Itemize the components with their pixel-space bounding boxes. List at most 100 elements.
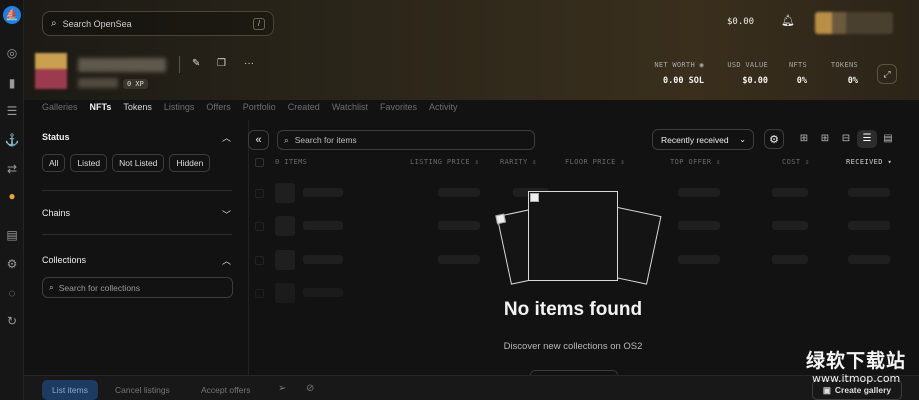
tab-listings[interactable]: Listings (164, 102, 195, 116)
notification-bell-icon[interactable]: 🔔︎ (781, 14, 795, 28)
chains-heading[interactable]: Chains (42, 208, 70, 218)
chevron-down-icon[interactable]: ﹀ (222, 208, 231, 221)
left-rail: ⛵ ◎ ▮ ☰ ⚓ ⇄ ● ▤ ⚙ ◌ ↻ (0, 0, 24, 400)
row-checkbox (255, 256, 264, 265)
account-menu[interactable] (815, 12, 893, 34)
profile-subtitle-blurred (78, 78, 118, 88)
stat-value: 0% (847, 76, 858, 86)
stat-net-worth: NET WORTH ◉ 0.00 SOL (640, 61, 704, 86)
stat-value: 0.00 SOL (663, 76, 704, 86)
opensea-logo-icon[interactable]: ⛵ (3, 6, 21, 24)
row-text-placeholder (303, 188, 343, 197)
grid-large-view-icon[interactable]: ⊞ (799, 134, 809, 144)
status-chip-not-listed[interactable]: Not Listed (112, 154, 165, 172)
profile-avatar (35, 53, 67, 89)
column-received[interactable]: RECEIVED ▾ (846, 158, 892, 166)
watermark-title: 绿软下载站 (806, 350, 907, 372)
collections-search-placeholder: Search for collections (58, 282, 141, 293)
swap-icon[interactable]: ⇄ (3, 160, 21, 178)
eye-icon[interactable]: ◉ (699, 61, 704, 69)
anchor-icon[interactable]: ⚓ (3, 131, 21, 149)
collapse-filters-button[interactable]: « (248, 130, 269, 150)
empty-state-subtitle: Discover new collections on OS2 (503, 341, 643, 352)
list-items-button[interactable]: List items (42, 380, 98, 400)
stat-label: NFTS (788, 61, 807, 69)
hide-icon[interactable]: ⊘ (306, 383, 314, 394)
items-search-input[interactable]: ⌕ Search for items (277, 130, 535, 150)
compass-icon[interactable]: ◎ (3, 44, 21, 62)
send-icon[interactable]: ➢ (278, 383, 286, 394)
tab-tokens[interactable]: Tokens (123, 102, 152, 116)
chevron-up-icon[interactable]: ︿ (222, 131, 231, 144)
tab-nfts[interactable]: NFTs (90, 102, 112, 116)
sort-dropdown[interactable]: Recently received ⌄ (652, 129, 754, 150)
status-chip-all[interactable]: All (42, 154, 66, 172)
grid-compact-view-icon[interactable]: ⊟ (841, 134, 851, 144)
cancel-listings-button[interactable]: Cancel listings (115, 385, 170, 395)
gear-icon[interactable]: ⚙ (764, 129, 784, 149)
accept-offers-button[interactable]: Accept offers (201, 385, 250, 395)
row-text-placeholder (848, 221, 890, 230)
row-text-placeholder (303, 288, 343, 297)
wallet-balance[interactable]: $0.00 (727, 17, 754, 27)
search-icon: ⌕ (49, 282, 54, 292)
collections-heading[interactable]: Collections (42, 255, 86, 265)
collections-search-input[interactable]: ⌕ Search for collections (42, 277, 233, 298)
stat-nfts: NFTS 0% (780, 61, 807, 86)
divider (42, 234, 232, 235)
status-heading[interactable]: Status (42, 132, 70, 142)
status-chip-listed[interactable]: Listed (70, 154, 108, 172)
row-checkbox (255, 289, 264, 298)
column-rarity[interactable]: RARITY ⇕ (500, 158, 537, 166)
chart-icon[interactable]: ▮ (3, 74, 21, 92)
edit-icon[interactable]: ✎ (192, 58, 200, 69)
tab-activity[interactable]: Activity (429, 102, 458, 116)
divider (42, 190, 232, 191)
profile-tabs: Galleries NFTs Tokens Listings Offers Po… (42, 102, 470, 116)
stat-tokens: TOKENS 0% (822, 61, 858, 86)
column-cost[interactable]: COST ⇕ (782, 158, 810, 166)
global-search-input[interactable]: ⌕ Search OpenSea / (42, 11, 274, 36)
row-thumb-placeholder (275, 250, 295, 270)
avatar-icon[interactable]: ● (3, 187, 21, 205)
settings-icon[interactable]: ⚙ (3, 255, 21, 273)
tab-portfolio[interactable]: Portfolio (243, 102, 276, 116)
status-chips: All Listed Not Listed Hidden (42, 154, 215, 172)
tab-watchlist[interactable]: Watchlist (332, 102, 368, 116)
column-items: 0 ITEMS (275, 158, 308, 166)
empty-state-title: No items found (503, 299, 643, 320)
stat-usd-value: USD VALUE $0.00 (715, 61, 768, 86)
row-text-placeholder (772, 188, 808, 197)
document-icon[interactable]: ▤ (3, 226, 21, 244)
select-all-checkbox[interactable] (255, 158, 264, 167)
profile-username-blurred (78, 58, 166, 72)
row-checkbox (255, 222, 264, 231)
copy-icon[interactable]: ❐ (217, 58, 226, 69)
row-text-placeholder (772, 255, 808, 264)
sort-label: Recently received (661, 134, 729, 145)
tab-created[interactable]: Created (288, 102, 320, 116)
grid-small-view-icon[interactable]: ⊞ (820, 134, 830, 144)
chevron-up-icon[interactable]: ︿ (222, 254, 231, 267)
row-thumb-placeholder (275, 216, 295, 236)
tab-favorites[interactable]: Favorites (380, 102, 417, 116)
broken-image-icon (530, 193, 539, 202)
tab-galleries[interactable]: Galleries (42, 102, 78, 116)
gallery-icon: ▣ (822, 384, 831, 395)
tab-offers[interactable]: Offers (206, 102, 230, 116)
support-icon[interactable]: ◌ (3, 284, 21, 302)
column-listing-price[interactable]: LISTING PRICE ⇕ (410, 158, 479, 166)
table-view-icon[interactable]: ▤ (883, 134, 893, 144)
status-chip-hidden[interactable]: Hidden (169, 154, 211, 172)
row-text-placeholder (303, 221, 343, 230)
row-text-placeholder (772, 221, 808, 230)
list-view-icon[interactable]: ☰ (862, 134, 872, 144)
column-top-offer[interactable]: TOP OFFER ⇕ (670, 158, 721, 166)
filters-sidebar: Status ︿ All Listed Not Listed Hidden Ch… (24, 120, 249, 375)
list-icon[interactable]: ☰ (3, 102, 21, 120)
column-floor-price[interactable]: FLOOR PRICE ⇕ (565, 158, 625, 166)
refresh-icon[interactable]: ↻ (3, 312, 21, 330)
expand-icon[interactable]: ⤢ (877, 64, 897, 84)
create-gallery-label: Create gallery (834, 385, 892, 395)
more-icon[interactable]: ··· (244, 58, 254, 69)
